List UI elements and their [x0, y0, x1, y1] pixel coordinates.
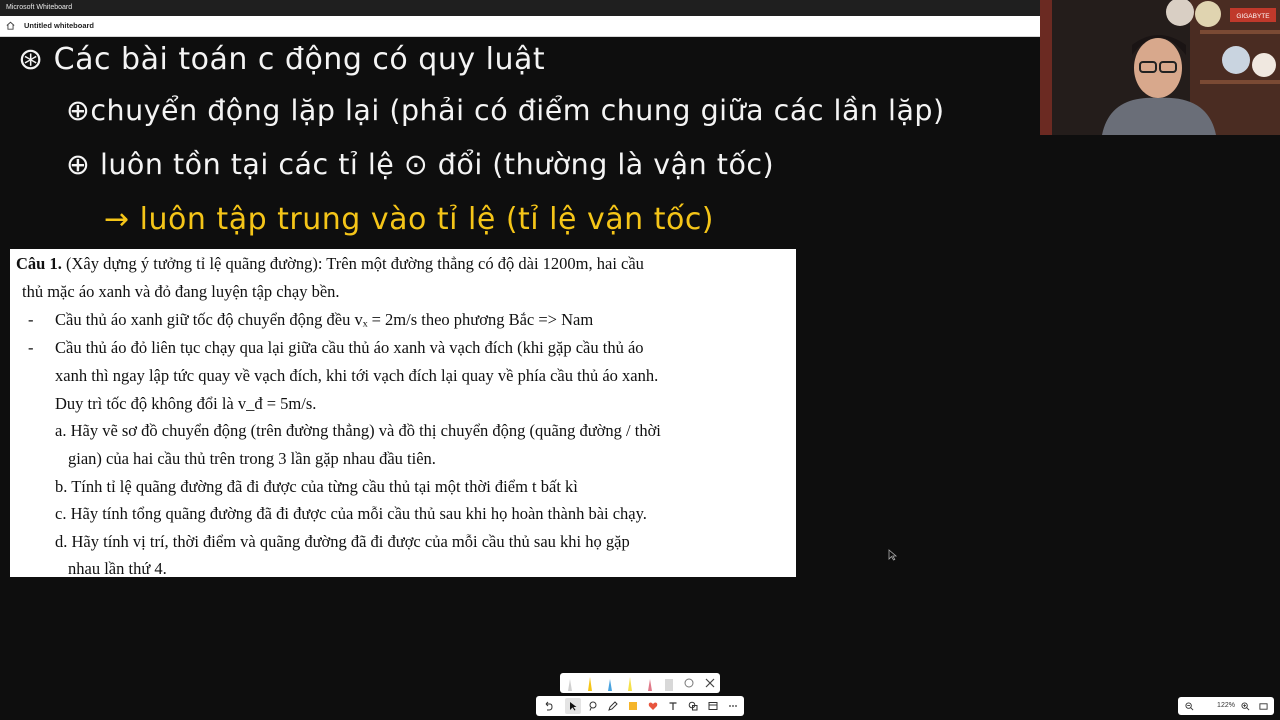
- problem-bullet-1: Cầu thủ áo xanh giữ tốc độ chuyển động đ…: [55, 310, 594, 329]
- pen-icon[interactable]: [608, 679, 612, 691]
- undo-button[interactable]: [540, 698, 556, 714]
- question-d-line-2: nhau lần thứ 4.: [68, 559, 167, 578]
- ruler-icon[interactable]: [684, 678, 694, 688]
- shapes-icon: [688, 701, 698, 711]
- fit-screen-button[interactable]: [1256, 699, 1270, 713]
- pen-icon[interactable]: [588, 677, 592, 691]
- question-a-line-1: a. Hãy vẽ sơ đồ chuyển động (trên đường …: [55, 421, 661, 440]
- app-title: Microsoft Whiteboard: [6, 4, 73, 11]
- close-icon[interactable]: [705, 678, 715, 688]
- handwriting-line-4[interactable]: → luôn tập trung vào tỉ lệ (tỉ lệ vận tố…: [104, 202, 714, 237]
- more-icon: [729, 705, 737, 707]
- problem-image[interactable]: Câu 1. (Xây dựng ý tưởng tỉ lệ quãng đườ…: [10, 249, 796, 578]
- pen-icon[interactable]: [568, 679, 572, 691]
- lasso-icon: [589, 701, 597, 711]
- lasso-button[interactable]: [585, 698, 601, 714]
- insert-icon: [708, 702, 718, 710]
- text-icon: [669, 702, 677, 710]
- handwriting-line-2[interactable]: ⊕chuyển động lặp lại (phải có điểm chung…: [66, 94, 945, 127]
- question-c: c. Hãy tính tổng quãng đường đã đi được …: [55, 504, 647, 523]
- pen-icon[interactable]: [648, 679, 652, 691]
- insert-button[interactable]: [705, 698, 721, 714]
- fit-screen-icon: [1258, 702, 1268, 710]
- zoom-in-icon: [1240, 701, 1249, 710]
- zoom-control: 122%: [1178, 697, 1274, 715]
- shapes-button[interactable]: [685, 698, 701, 714]
- pen-icon[interactable]: [628, 677, 632, 691]
- problem-bullet-2-line-2: xanh thì ngay lập tức quay về vạch đích,…: [55, 366, 659, 385]
- select-button[interactable]: [565, 698, 581, 714]
- zoom-out-icon: [1184, 701, 1193, 710]
- undo-icon: [545, 701, 553, 711]
- question-a-line-2: gian) của hai cầu thủ trên trong 3 lần g…: [68, 449, 436, 468]
- problem-line-1: (Xây dựng ý tưởng tỉ lệ quãng đường): Tr…: [65, 254, 644, 273]
- board-header: Untitled whiteboard: [0, 16, 1040, 37]
- problem-line-2: thủ mặc áo xanh và đỏ đang luyện tập chạ…: [22, 282, 340, 301]
- webcam-overlay: GIGABYTE: [1040, 0, 1280, 135]
- pen-icon: [608, 701, 618, 711]
- webcam-image: GIGABYTE: [1040, 0, 1280, 135]
- bullet-dash: -: [28, 310, 34, 329]
- pen-tray: [560, 673, 720, 693]
- board-title[interactable]: Untitled whiteboard: [24, 16, 94, 36]
- handwriting-line-3[interactable]: ⊕ luôn tồn tại các tỉ lệ ⊙ đổi (thường l…: [66, 148, 774, 181]
- question-d-line-1: d. Hãy tính vị trí, thời điểm và quãng đ…: [55, 532, 630, 551]
- text-button[interactable]: [665, 698, 681, 714]
- bullet-dash: -: [28, 338, 34, 357]
- zoom-out-button[interactable]: [1182, 699, 1196, 713]
- mouse-cursor-icon: [888, 549, 898, 561]
- main-toolbar: [536, 696, 744, 716]
- pen-tool-button[interactable]: [605, 698, 621, 714]
- reaction-button[interactable]: [645, 698, 661, 714]
- more-button[interactable]: [725, 698, 741, 714]
- select-icon: [570, 702, 577, 711]
- home-icon[interactable]: [5, 20, 16, 31]
- problem-heading: Câu 1.: [16, 254, 62, 273]
- question-b: b. Tính tỉ lệ quãng đường đã đi được của…: [55, 477, 578, 496]
- sticky-note-button[interactable]: [625, 698, 641, 714]
- eraser-icon[interactable]: [665, 679, 673, 691]
- sticky-note-icon: [629, 702, 637, 710]
- handwriting-line-1[interactable]: ⊛ Các bài toán c động có quy luật: [18, 42, 545, 77]
- gigabyte-sign: GIGABYTE: [1236, 13, 1270, 20]
- zoom-in-button[interactable]: [1238, 699, 1252, 713]
- reaction-icon: [648, 702, 658, 710]
- problem-bullet-2-line-1: Cầu thủ áo đỏ liên tục chạy qua lại giữa…: [55, 338, 644, 357]
- problem-bullet-2-line-3: Duy trì tốc độ không đổi là v_đ = 5m/s.: [55, 394, 317, 413]
